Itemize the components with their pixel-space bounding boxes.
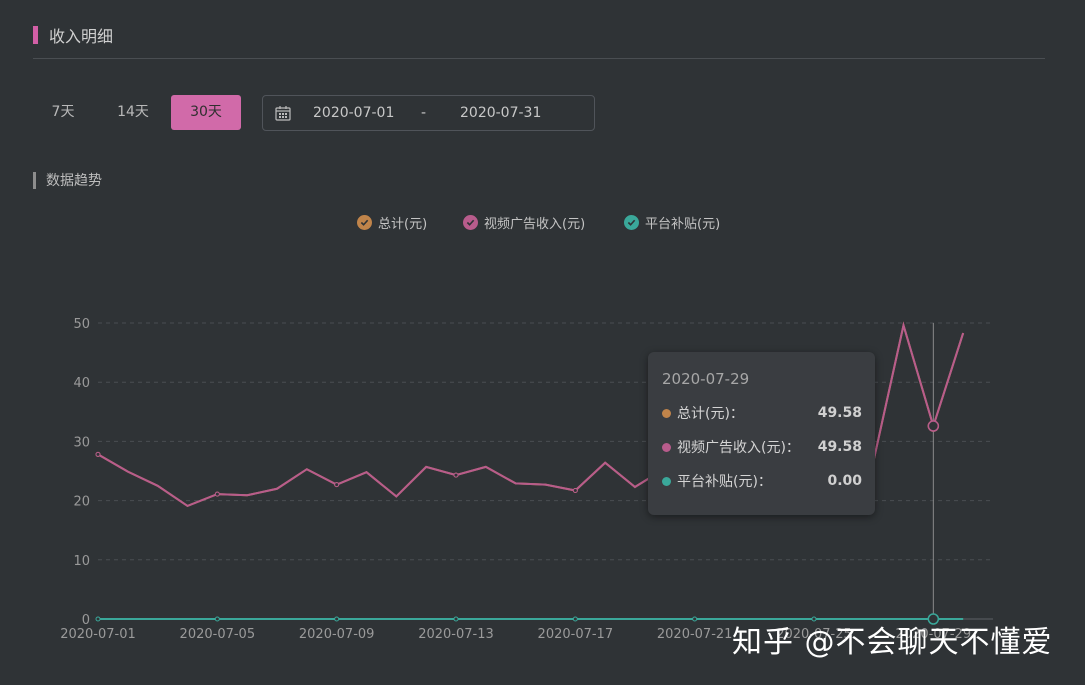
y-tick-label: 40 xyxy=(73,376,90,391)
y-tick-label: 0 xyxy=(82,613,90,628)
series-dot-icon xyxy=(662,442,671,452)
tooltip-value: 49.58 xyxy=(817,439,862,455)
data-point xyxy=(334,482,340,488)
data-point xyxy=(214,491,220,497)
x-tick-label: 2020-07-21 xyxy=(657,627,733,642)
x-tick-label: 2020-07-05 xyxy=(180,627,256,642)
series-dot-icon xyxy=(662,408,671,418)
y-tick-label: 50 xyxy=(73,317,90,332)
tooltip-value: 49.58 xyxy=(817,405,862,421)
line-chart: 0 10 20 30 40 50 2020-07-01 2020-07-05 2020-07-0… xyxy=(60,317,993,642)
series-dot-icon xyxy=(662,476,671,486)
data-point xyxy=(692,616,698,622)
data-point xyxy=(214,616,220,622)
data-point xyxy=(95,451,101,457)
highlight-point xyxy=(927,420,940,432)
tooltip-label: 总计(元)： xyxy=(677,406,744,422)
x-tick-label: 2020-07-09 xyxy=(299,627,375,642)
x-tick-label: 2020-07-17 xyxy=(538,627,614,642)
data-point xyxy=(453,616,459,622)
data-point xyxy=(95,616,101,622)
tooltip-label: 平台补贴(元)： xyxy=(677,474,772,490)
tooltip-row-subsidy: 平台补贴(元)： 0.00 xyxy=(662,471,862,491)
tooltip-row-total: 总计(元)： 49.58 xyxy=(662,403,862,423)
tooltip-date: 2020-07-29 xyxy=(662,370,750,388)
y-tick-label: 20 xyxy=(73,495,90,510)
y-tick-label: 10 xyxy=(73,554,90,569)
watermark: 知乎 @不会聊天不懂爱 xyxy=(732,625,1053,660)
x-tick-label: 2020-07-01 xyxy=(60,627,136,642)
x-tick-label: 2020-07-13 xyxy=(418,627,494,642)
data-point xyxy=(334,616,340,622)
tooltip-row-ad: 视频广告收入(元)： 49.58 xyxy=(662,437,862,457)
data-point xyxy=(572,488,578,494)
tooltip-label: 视频广告收入(元)： xyxy=(677,440,800,456)
tooltip-value: 0.00 xyxy=(827,473,862,489)
data-point xyxy=(572,616,578,622)
data-point xyxy=(453,472,459,478)
chart-tooltip: 2020-07-29 总计(元)： 49.58 视频广告收入(元)： 49.58… xyxy=(648,352,875,515)
y-tick-label: 30 xyxy=(73,435,90,450)
